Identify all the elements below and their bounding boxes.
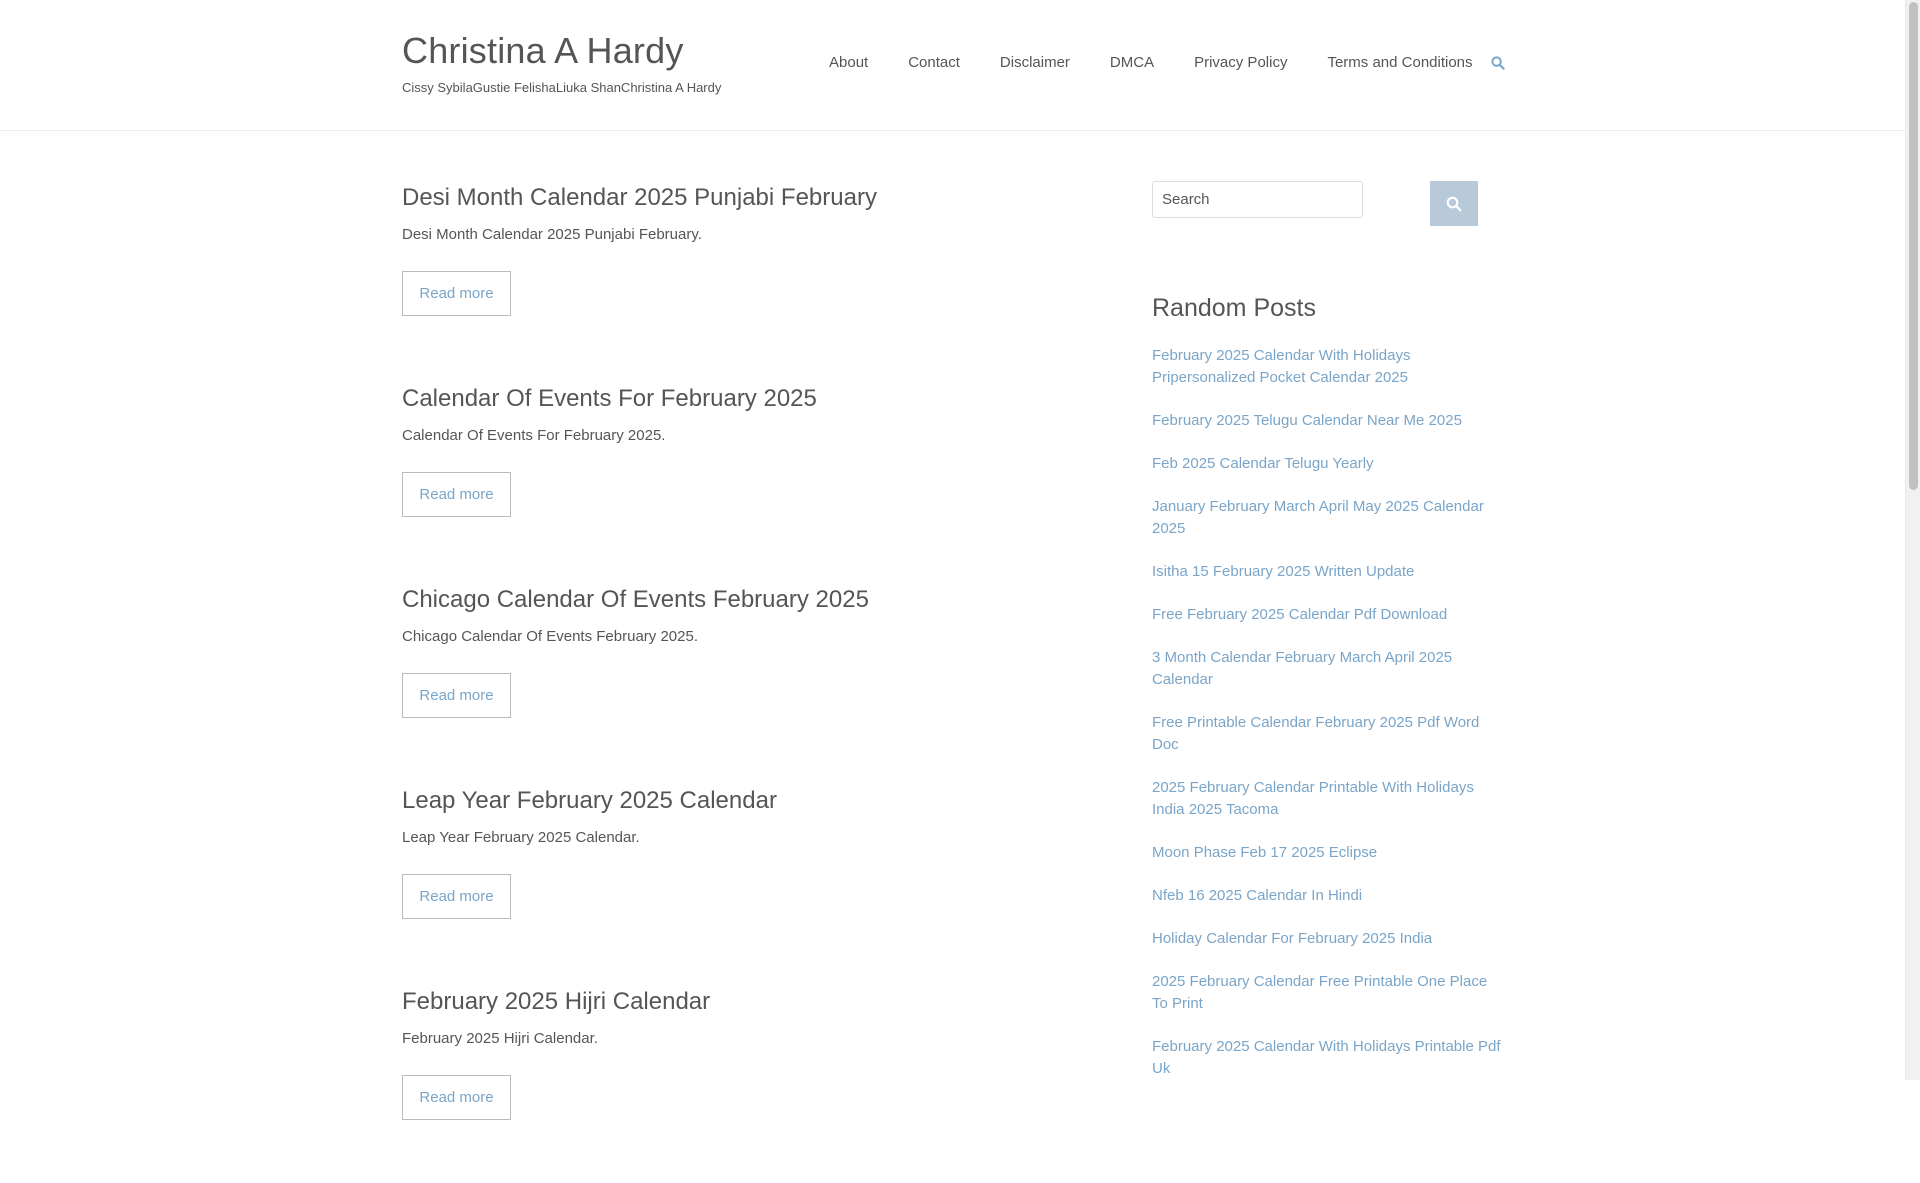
random-posts-list: February 2025 Calendar With Holidays Pri… — [1152, 345, 1504, 1101]
list-item: Moon Phase Feb 17 2025 Eclipse — [1152, 842, 1504, 864]
list-item: 2025 February Calendar Free Printable On… — [1152, 971, 1504, 1015]
random-post-link[interactable]: Nfeb 16 2025 Calendar In Hindi — [1152, 887, 1362, 904]
list-item: January February March April May 2025 Ca… — [1152, 496, 1504, 540]
search-submit-button[interactable] — [1430, 181, 1478, 226]
post-item: Desi Month Calendar 2025 Punjabi Februar… — [402, 178, 1102, 379]
post-title[interactable]: Chicago Calendar Of Events February 2025 — [402, 580, 1102, 620]
main-nav: About Contact Disclaimer DMCA Privacy Po… — [829, 54, 1505, 71]
nav-item-contact[interactable]: Contact — [908, 54, 960, 71]
random-post-link[interactable]: February 2025 Calendar With Holidays Pri… — [1152, 1038, 1501, 1077]
post-title[interactable]: February 2025 Hijri Calendar — [402, 982, 1102, 1022]
list-item: Holiday Calendar For February 2025 India — [1152, 928, 1504, 950]
random-post-link[interactable]: February 2025 Calendar With Holidays Pri… — [1152, 347, 1410, 386]
post-title[interactable]: Leap Year February 2025 Calendar — [402, 781, 1102, 821]
random-post-link[interactable]: 3 Month Calendar February March April 20… — [1152, 649, 1452, 688]
post-excerpt: February 2025 Hijri Calendar. — [402, 1030, 598, 1047]
post-excerpt: Leap Year February 2025 Calendar. — [402, 829, 640, 846]
post-item: Calendar Of Events For February 2025 Cal… — [402, 379, 1102, 580]
random-post-link[interactable]: 2025 February Calendar Printable With Ho… — [1152, 779, 1474, 818]
random-post-link[interactable]: Free Printable Calendar February 2025 Pd… — [1152, 714, 1479, 753]
site-tagline: Cissy SybilaGustie FelishaLiuka ShanChri… — [402, 80, 722, 95]
nav-item-terms-and-conditions[interactable]: Terms and Conditions — [1327, 54, 1472, 71]
random-posts-title: Random Posts — [1152, 294, 1316, 322]
list-item: Free Printable Calendar February 2025 Pd… — [1152, 712, 1504, 756]
post-excerpt: Calendar Of Events For February 2025. — [402, 427, 666, 444]
post-list: Desi Month Calendar 2025 Punjabi Februar… — [402, 178, 1102, 1183]
nav-item-privacy-policy[interactable]: Privacy Policy — [1194, 54, 1287, 71]
page-scrollbar[interactable] — [1905, 0, 1920, 1080]
random-post-link[interactable]: February 2025 Telugu Calendar Near Me 20… — [1152, 412, 1462, 429]
list-item: Feb 2025 Calendar Telugu Yearly — [1152, 453, 1504, 475]
search-input[interactable] — [1152, 181, 1363, 218]
random-post-link[interactable]: Feb 2025 Calendar Telugu Yearly — [1152, 455, 1374, 472]
post-item: Leap Year February 2025 Calendar Leap Ye… — [402, 781, 1102, 982]
list-item: Nfeb 16 2025 Calendar In Hindi — [1152, 885, 1504, 907]
site-header: Christina A Hardy Cissy SybilaGustie Fel… — [0, 0, 1905, 131]
list-item: 2025 February Calendar Printable With Ho… — [1152, 777, 1504, 821]
random-post-link[interactable]: Holiday Calendar For February 2025 India — [1152, 930, 1432, 947]
read-more-button[interactable]: Read more — [402, 472, 511, 517]
read-more-button[interactable]: Read more — [402, 673, 511, 718]
random-post-link[interactable]: Free February 2025 Calendar Pdf Download — [1152, 606, 1447, 623]
nav-item-dmca[interactable]: DMCA — [1110, 54, 1154, 71]
read-more-button[interactable]: Read more — [402, 874, 511, 919]
search-icon — [1446, 196, 1462, 211]
list-item: February 2025 Telugu Calendar Near Me 20… — [1152, 410, 1504, 432]
nav-item-disclaimer[interactable]: Disclaimer — [1000, 54, 1070, 71]
list-item: Free February 2025 Calendar Pdf Download — [1152, 604, 1504, 626]
scrollbar-thumb[interactable] — [1909, 2, 1918, 490]
search-icon[interactable] — [1490, 55, 1505, 70]
post-title[interactable]: Calendar Of Events For February 2025 — [402, 379, 1102, 419]
list-item: February 2025 Calendar With Holidays Pri… — [1152, 345, 1504, 389]
post-excerpt: Desi Month Calendar 2025 Punjabi Februar… — [402, 226, 702, 243]
read-more-button[interactable]: Read more — [402, 271, 511, 316]
post-title[interactable]: Desi Month Calendar 2025 Punjabi Februar… — [402, 178, 1102, 218]
list-item: February 2025 Calendar With Holidays Pri… — [1152, 1036, 1504, 1080]
list-item: 3 Month Calendar February March April 20… — [1152, 647, 1504, 691]
random-post-link[interactable]: Isitha 15 February 2025 Written Update — [1152, 563, 1414, 580]
post-excerpt: Chicago Calendar Of Events February 2025… — [402, 628, 698, 645]
random-post-link[interactable]: Moon Phase Feb 17 2025 Eclipse — [1152, 844, 1377, 861]
post-item: February 2025 Hijri Calendar February 20… — [402, 982, 1102, 1183]
nav-item-about[interactable]: About — [829, 54, 868, 71]
random-post-link[interactable]: January February March April May 2025 Ca… — [1152, 498, 1484, 537]
read-more-button[interactable]: Read more — [402, 1075, 511, 1120]
post-item: Chicago Calendar Of Events February 2025… — [402, 580, 1102, 781]
site-title[interactable]: Christina A Hardy — [402, 30, 684, 72]
random-post-link[interactable]: 2025 February Calendar Free Printable On… — [1152, 973, 1487, 1012]
list-item: Isitha 15 February 2025 Written Update — [1152, 561, 1504, 583]
